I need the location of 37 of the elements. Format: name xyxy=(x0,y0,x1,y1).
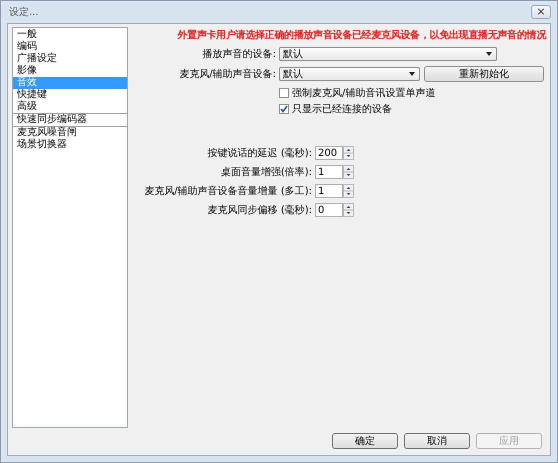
setting-label: 桌面音量增强(倍率): xyxy=(220,166,312,179)
category-item[interactable]: 快捷键 xyxy=(13,89,127,101)
checkbox-label: 强制麦克风/辅助音讯设置单声道 xyxy=(292,86,436,100)
dialog-button[interactable]: 确定 xyxy=(332,433,398,449)
category-item[interactable]: 一般 xyxy=(13,29,127,41)
spinner-arrows-icon[interactable] xyxy=(343,203,354,217)
setting-label: 麦克风/辅助声音设备音量增量 (多工): xyxy=(143,184,312,198)
category-item[interactable]: 广播设定 xyxy=(13,53,127,65)
spinner-arrows-icon[interactable] xyxy=(343,146,354,160)
category-item[interactable]: 场景切换器 xyxy=(13,139,127,151)
checkbox[interactable] xyxy=(279,88,289,98)
setting-label: 麦克风同步偏移 (毫秒): xyxy=(206,204,312,217)
category-item[interactable]: 影像 xyxy=(13,65,127,77)
device-dropdown[interactable]: 默认 xyxy=(279,47,497,61)
category-item[interactable]: 麦克风噪音闸 xyxy=(13,127,127,139)
spinner-arrows-icon[interactable] xyxy=(343,184,354,198)
setting-label: 按键说话的延迟 (毫秒): xyxy=(206,146,312,160)
warning-text: 外置声卡用户请选择正确的播放声音设备已经麦克风设备，以免出现直播无声音的情况 xyxy=(176,28,546,42)
number-field[interactable]: 200 xyxy=(315,146,343,160)
dialog-button[interactable]: 取消 xyxy=(404,433,470,449)
device-label: 麦克风/辅助声音设备: xyxy=(178,68,276,81)
checkbox[interactable] xyxy=(279,104,289,114)
category-item[interactable]: 快速同步编码器 xyxy=(13,114,127,127)
spinner-arrows-icon[interactable] xyxy=(343,165,354,179)
category-item[interactable]: 编码 xyxy=(13,41,127,53)
reinitialize-button[interactable]: 重新初始化 xyxy=(424,66,544,82)
device-dropdown[interactable]: 默认 xyxy=(279,67,420,81)
dropdown-arrow-icon xyxy=(486,52,492,56)
dropdown-arrow-icon xyxy=(409,72,415,76)
number-field[interactable]: 0 xyxy=(315,203,343,217)
checkbox-label: 只显示已经连接的设备 xyxy=(292,102,392,116)
window-title: 设定... xyxy=(8,6,39,19)
device-label: 播放声音的设备: xyxy=(202,48,276,61)
category-item[interactable]: 高级 xyxy=(13,101,127,114)
number-field[interactable]: 1 xyxy=(315,184,343,198)
number-field[interactable]: 1 xyxy=(315,165,343,179)
close-button[interactable]: × xyxy=(531,5,551,19)
